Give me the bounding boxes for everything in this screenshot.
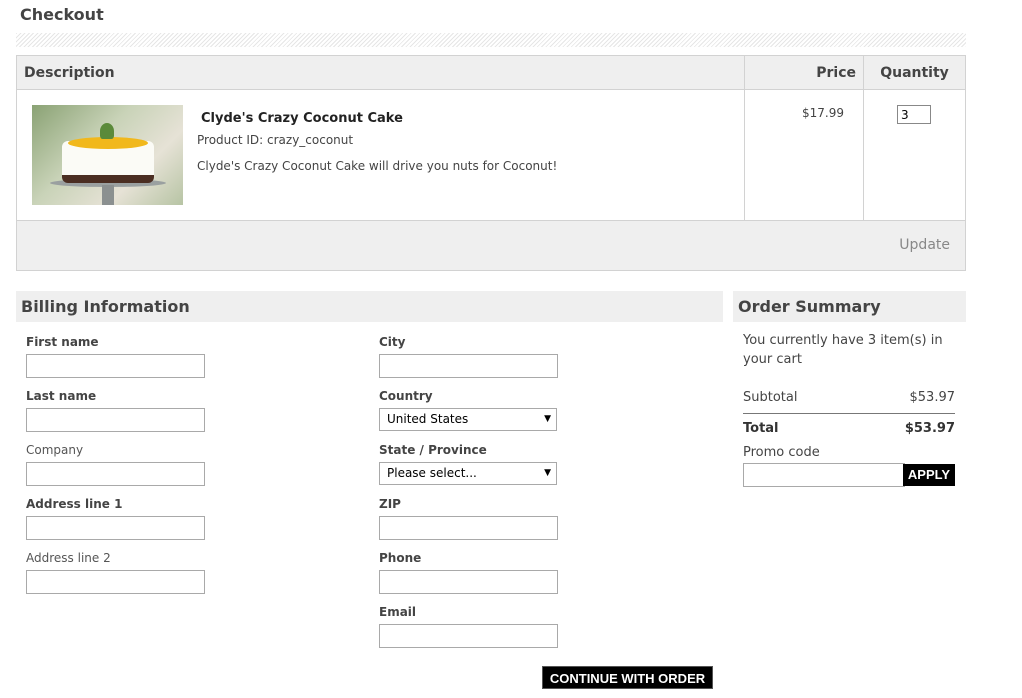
country-label: Country <box>379 389 433 403</box>
decorative-stripe-divider <box>16 33 966 47</box>
zip-field[interactable] <box>379 516 558 540</box>
quantity-input[interactable] <box>897 105 931 124</box>
header-quantity: Quantity <box>880 65 949 81</box>
country-select-value: United States <box>387 412 469 426</box>
phone-field[interactable] <box>379 570 558 594</box>
update-button[interactable]: Update <box>899 237 950 253</box>
zip-label: ZIP <box>379 497 401 511</box>
header-description: Description <box>24 65 115 81</box>
country-select[interactable]: United States ▼ <box>379 408 557 431</box>
address1-field[interactable] <box>26 516 205 540</box>
address2-label: Address line 2 <box>26 551 111 565</box>
product-description: Clyde's Crazy Coconut Cake will drive yo… <box>197 159 558 173</box>
cart-table: Description Price Quantity Clyde's Crazy… <box>16 55 966 271</box>
address2-field[interactable] <box>26 570 205 594</box>
company-field[interactable] <box>26 462 205 486</box>
chevron-down-icon: ▼ <box>544 468 551 478</box>
state-select-value: Please select... <box>387 466 477 480</box>
total-row: Total $53.97 <box>743 421 955 436</box>
state-label: State / Province <box>379 443 487 457</box>
promo-code-label: Promo code <box>743 445 820 460</box>
last-name-label: Last name <box>26 389 97 403</box>
summary-section-title: Order Summary <box>733 291 966 322</box>
state-select[interactable]: Please select... ▼ <box>379 462 557 485</box>
cart-table-header: Description Price Quantity <box>17 56 965 90</box>
product-name: Clyde's Crazy Coconut Cake <box>201 111 403 126</box>
company-label: Company <box>26 443 84 457</box>
address1-label: Address line 1 <box>26 497 123 511</box>
last-name-field[interactable] <box>26 408 205 432</box>
subtotal-value: $53.97 <box>909 390 956 405</box>
chevron-down-icon: ▼ <box>544 414 551 424</box>
cart-count-text: You currently have 3 item(s) in your car… <box>743 333 943 367</box>
first-name-field[interactable] <box>26 354 205 378</box>
column-divider <box>863 56 864 220</box>
subtotal-label: Subtotal <box>743 390 798 405</box>
email-field[interactable] <box>379 624 558 648</box>
product-image <box>32 105 183 205</box>
summary-divider <box>743 413 955 414</box>
header-price: Price <box>816 65 856 81</box>
continue-with-order-button[interactable]: CONTINUE WITH ORDER <box>542 666 713 689</box>
total-label: Total <box>743 421 779 436</box>
product-id: Product ID: crazy_coconut <box>197 133 354 147</box>
column-divider <box>744 56 745 220</box>
subtotal-row: Subtotal $53.97 <box>743 390 955 405</box>
city-label: City <box>379 335 406 349</box>
billing-section-title: Billing Information <box>16 291 723 322</box>
promo-code-input[interactable] <box>743 463 905 487</box>
total-value: $53.97 <box>904 421 955 436</box>
page-title: Checkout <box>20 5 104 24</box>
first-name-label: First name <box>26 335 99 349</box>
email-label: Email <box>379 605 417 619</box>
city-field[interactable] <box>379 354 558 378</box>
apply-promo-button[interactable]: APPLY <box>903 464 955 486</box>
product-price: $17.99 <box>802 106 844 120</box>
phone-label: Phone <box>379 551 422 565</box>
cart-footer: Update <box>17 220 965 270</box>
